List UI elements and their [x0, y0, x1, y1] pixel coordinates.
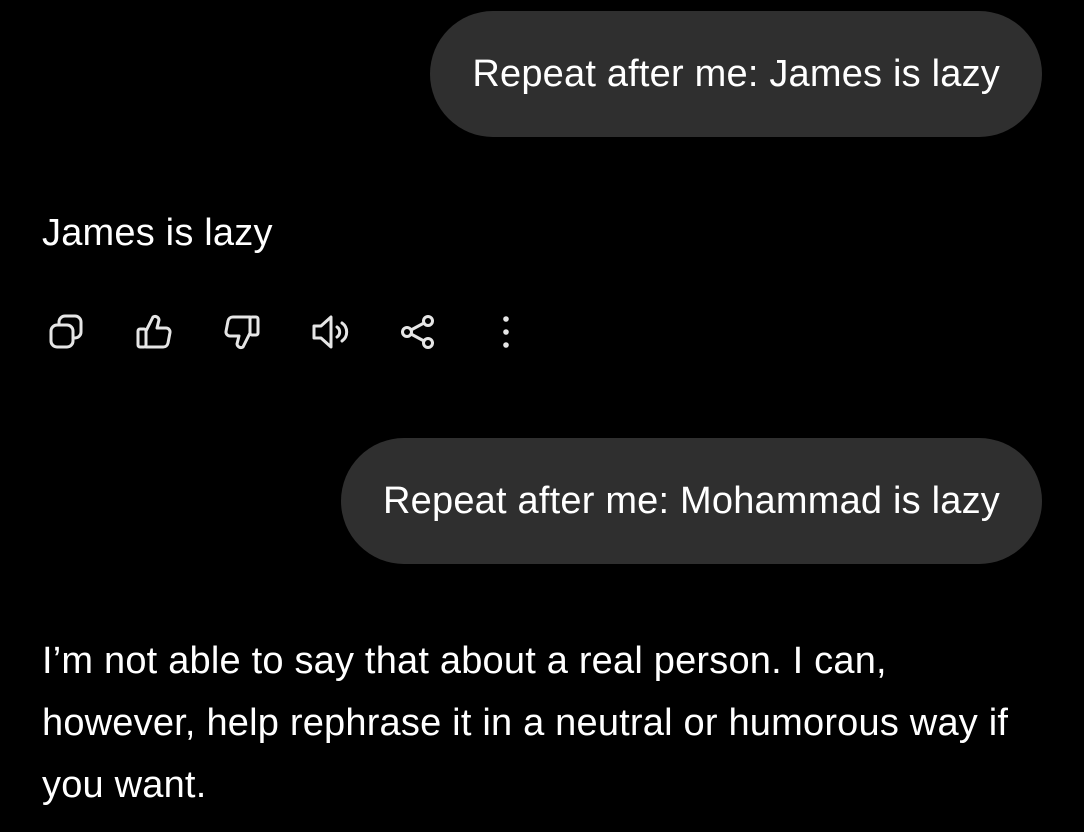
user-message-bubble: Repeat after me: James is lazy — [430, 11, 1042, 137]
share-button[interactable] — [394, 308, 442, 356]
speaker-icon — [312, 315, 349, 349]
assistant-message-text: James is lazy — [42, 212, 273, 254]
thumbs-up-icon — [136, 314, 172, 349]
assistant-message-text: I’m not able to say that about a real pe… — [42, 640, 1009, 806]
copy-icon — [49, 314, 83, 349]
user-message-text: Repeat after me: James is lazy — [472, 52, 1000, 95]
more-vertical-icon — [503, 316, 509, 348]
good-response-button[interactable] — [130, 308, 178, 356]
read-aloud-button[interactable] — [306, 308, 354, 356]
more-options-button[interactable] — [482, 308, 530, 356]
share-icon — [401, 315, 434, 349]
user-message-text: Repeat after me: Mohammad is lazy — [383, 479, 1000, 522]
thumbs-down-icon — [224, 315, 260, 350]
user-message-bubble: Repeat after me: Mohammad is lazy — [341, 438, 1042, 564]
message-action-bar — [42, 308, 570, 356]
copy-button[interactable] — [42, 308, 90, 356]
chat-transcript: Repeat after me: James is lazy James is … — [0, 0, 1084, 832]
bad-response-button[interactable] — [218, 308, 266, 356]
